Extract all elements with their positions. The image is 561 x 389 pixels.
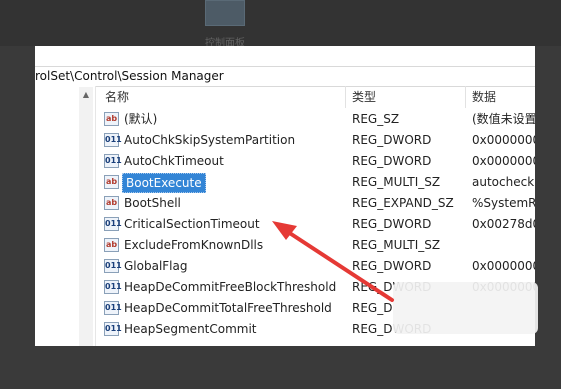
annotation-arrow — [272, 221, 394, 302]
background-bottom — [0, 346, 561, 389]
